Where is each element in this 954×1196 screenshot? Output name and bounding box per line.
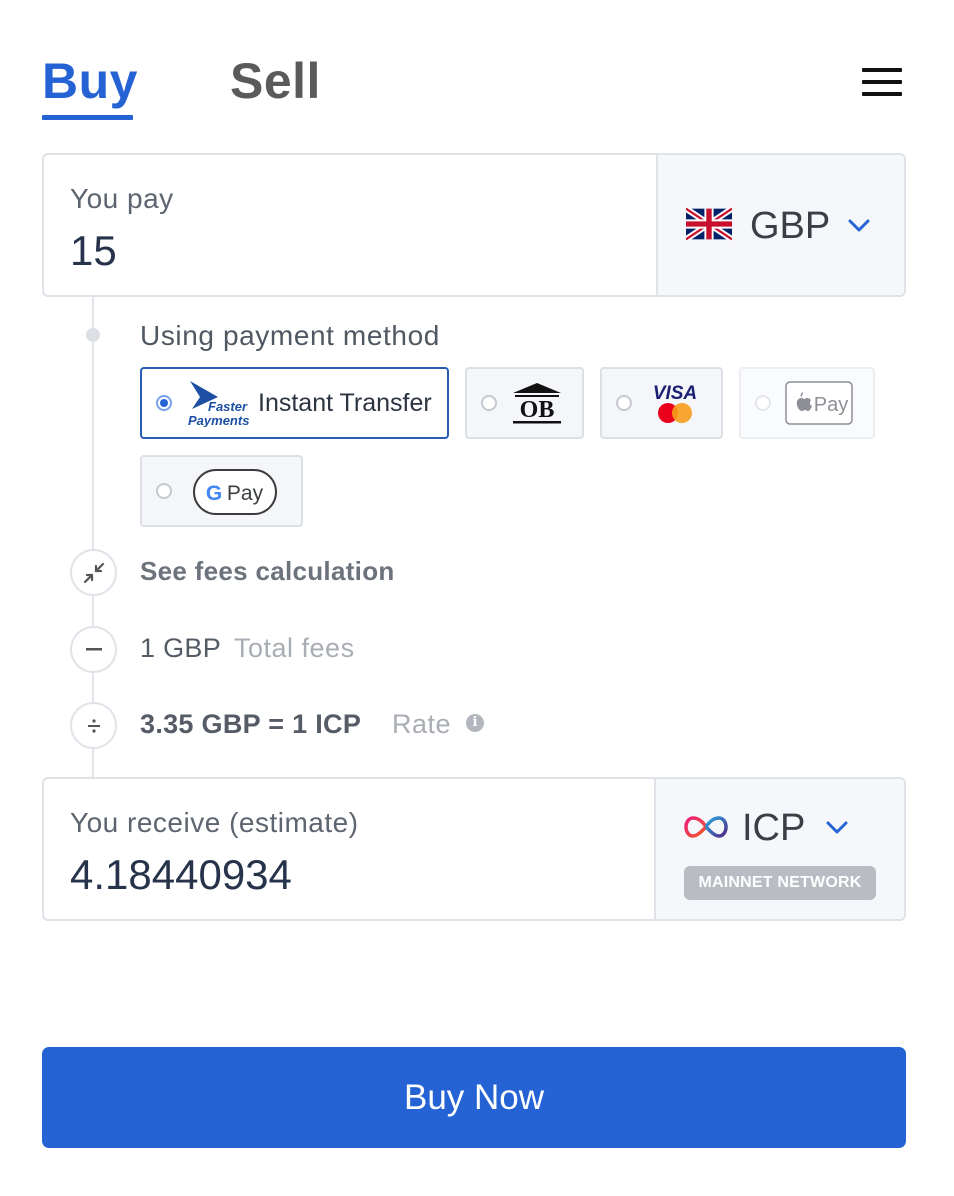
info-icon[interactable]: i (466, 714, 484, 732)
pay-amount-input-area[interactable]: You pay 15 (44, 155, 658, 295)
svg-text:Pay: Pay (814, 394, 848, 416)
radio-selected[interactable] (156, 395, 172, 411)
active-tab-indicator (42, 115, 133, 120)
total-fees-value: 1 GBP (140, 633, 222, 663)
pay-label: You pay (70, 183, 174, 214)
icp-infinity-icon (684, 816, 728, 838)
rate-value: 3.35 GBP = 1 ICP (140, 709, 362, 739)
radio-unselected[interactable] (616, 395, 632, 411)
payment-option-apple-pay[interactable]: Pay (739, 367, 875, 439)
radio-unselected[interactable] (481, 395, 497, 411)
receive-label: You receive (estimate) (70, 807, 359, 838)
pay-currency-code: GBP (750, 205, 831, 247)
receive-amount-area: You receive (estimate) 4.18440934 (44, 779, 656, 919)
network-badge: MAINNET NETWORK (684, 866, 876, 900)
timeline-dot (86, 328, 100, 342)
divide-icon (70, 702, 117, 749)
apple-pay-logo-icon: Pay (785, 381, 853, 425)
uk-flag-icon (686, 207, 732, 241)
svg-text:Pay: Pay (227, 482, 264, 505)
pay-amount-input[interactable]: 15 (70, 227, 117, 275)
google-pay-logo-icon: G Pay (193, 469, 277, 515)
buy-now-button[interactable]: Buy Now (42, 1047, 906, 1148)
payment-option-faster-payments[interactable]: Faster Payments Instant Transfer (140, 367, 449, 439)
see-fees-calculation-link[interactable]: See fees calculation (140, 556, 395, 587)
chevron-down-icon (826, 821, 848, 834)
payment-option-card[interactable]: VISA (600, 367, 723, 439)
payment-option-open-banking[interactable]: OB (465, 367, 584, 439)
collapse-arrows-icon[interactable] (70, 549, 117, 596)
tab-buy[interactable]: Buy (42, 52, 138, 110)
visa-mastercard-logo-icon: VISA (653, 383, 697, 423)
faster-payments-logo-icon: Faster Payments (188, 381, 249, 427)
radio-unselected[interactable] (156, 483, 172, 499)
svg-text:OB: OB (520, 397, 555, 423)
payment-option-google-pay[interactable]: G Pay (140, 455, 303, 527)
open-banking-logo-icon: OB (513, 383, 561, 424)
rate-label: Rate (392, 709, 452, 739)
hamburger-menu-icon[interactable] (858, 64, 906, 100)
svg-text:G: G (206, 482, 222, 505)
receive-amount-value: 4.18440934 (70, 851, 292, 898)
payment-method-label: Using payment method (140, 320, 440, 351)
total-fees-label: Total fees (234, 633, 355, 663)
svg-text:Payments: Payments (188, 413, 249, 427)
receive-currency-selector[interactable]: ICP MAINNET NETWORK (654, 779, 904, 919)
tab-sell[interactable]: Sell (230, 52, 321, 110)
instant-transfer-label: Instant Transfer (258, 389, 432, 417)
chevron-down-icon (848, 219, 870, 232)
svg-text:VISA: VISA (653, 383, 697, 404)
pay-amount-box: You pay 15 GBP (42, 153, 906, 297)
svg-text:Faster: Faster (208, 399, 248, 414)
minus-icon (70, 626, 117, 673)
pay-currency-selector[interactable]: GBP (656, 155, 904, 295)
receive-currency-code: ICP (742, 807, 806, 849)
radio-unselected[interactable] (755, 395, 771, 411)
receive-amount-box: You receive (estimate) 4.18440934 ICP MA… (42, 777, 906, 921)
